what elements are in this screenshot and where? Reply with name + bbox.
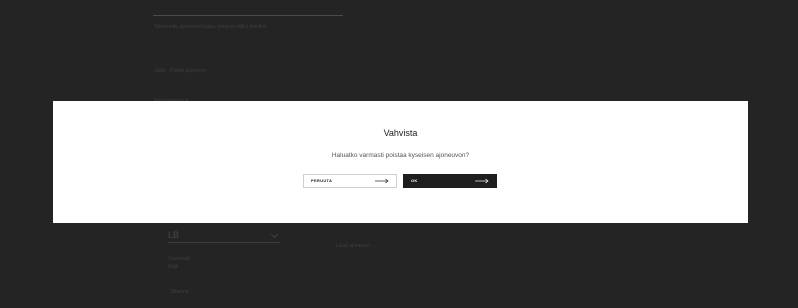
background-link: Lisää ajoneuvo → (336, 243, 377, 249)
background-button: Tallenna (170, 289, 189, 295)
arrow-right-icon (475, 178, 489, 184)
cancel-button[interactable]: PERUUTA (303, 174, 397, 188)
background-link-row: Jatko · Poista ajoneuvo (154, 68, 206, 74)
ok-button[interactable]: OK (403, 174, 497, 188)
confirm-dialog: Vahvista Haluatko varmasti poistaa kysei… (53, 101, 748, 223)
background-text: Tallennettu ajoneuvo kuuluu oman profiil… (154, 24, 267, 30)
background-label: Malli (168, 264, 179, 270)
dialog-message: Haluatko varmasti poistaa kyseisen ajone… (331, 152, 470, 159)
arrow-right-icon (375, 178, 389, 184)
background-divider (153, 15, 343, 16)
dialog-title: Vahvista (383, 128, 418, 138)
background-select-underline (168, 242, 280, 243)
chevron-down-icon (270, 230, 279, 239)
ok-button-label: OK (411, 178, 418, 183)
background-label: Vuosimalli (168, 256, 191, 262)
cancel-button-label: PERUUTA (311, 178, 333, 183)
background-select-value: LB (168, 230, 180, 240)
